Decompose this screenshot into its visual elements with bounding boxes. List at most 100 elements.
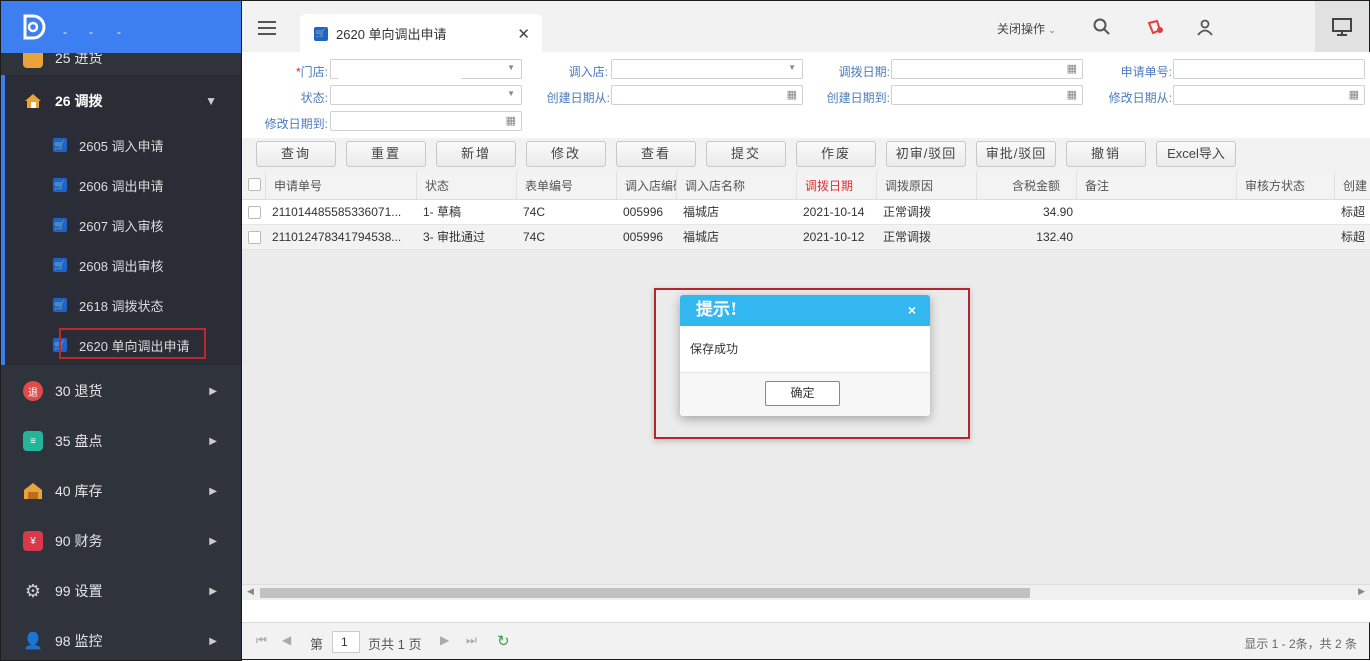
sidebar-subitem-2605[interactable]: 🛒 2605 调入申请: [1, 125, 241, 165]
calendar-icon[interactable]: ▦: [787, 88, 797, 101]
void-button[interactable]: 作废: [796, 141, 876, 167]
revoke-button[interactable]: 撤销: [1066, 141, 1146, 167]
select-all-checkbox[interactable]: [248, 178, 261, 191]
edit-button[interactable]: 修改: [526, 141, 606, 167]
in-store-select[interactable]: ▼: [611, 59, 803, 79]
page-total: 页共 1 页: [368, 637, 422, 652]
first-review-button[interactable]: 初审/驳回: [886, 141, 966, 167]
modify-from-input[interactable]: ▦: [1173, 85, 1365, 105]
page-prefix: 第: [310, 637, 324, 652]
topbar: 🛒 2620 单向调出申请 ✕ 关闭操作 ⌄: [242, 0, 1370, 53]
view-button[interactable]: 查看: [616, 141, 696, 167]
horizontal-scrollbar[interactable]: ◀ ▶: [242, 584, 1370, 600]
sidebar-subitem-2608[interactable]: 🛒 2608 调出审核: [1, 245, 241, 285]
cell-status: 1- 草稿: [423, 205, 462, 219]
col-header-created[interactable]: 创建: [1335, 172, 1370, 200]
logo-icon: [23, 14, 46, 40]
sidebar-item-stock[interactable]: 40 库存 ▶: [1, 466, 241, 516]
finance-icon: ¥: [23, 531, 43, 551]
col-header-review-status[interactable]: 审核方状态: [1237, 172, 1335, 200]
sidebar-subitem-2618[interactable]: 🛒 2618 调拨状态: [1, 285, 241, 325]
col-header-transfer-date[interactable]: 调拨日期: [797, 172, 877, 200]
prev-page-icon[interactable]: ◀: [282, 633, 291, 647]
apply-no-input[interactable]: [1173, 59, 1365, 79]
search-icon[interactable]: [1092, 18, 1112, 38]
sidebar-item-label: 26 调拨: [55, 93, 103, 109]
page-number-input[interactable]: 1: [332, 631, 360, 653]
scroll-right-icon[interactable]: ▶: [1358, 586, 1365, 597]
close-operations-dropdown[interactable]: 关闭操作 ⌄: [997, 20, 1056, 37]
calendar-icon[interactable]: ▦: [506, 114, 516, 127]
notification-icon[interactable]: [1145, 18, 1165, 38]
sidebar-item-inventory-check[interactable]: ≡ 35 盘点 ▶: [1, 416, 241, 466]
sidebar-item-return[interactable]: 退 30 退货 ▶: [1, 366, 241, 416]
row-checkbox[interactable]: [248, 231, 261, 244]
reset-button[interactable]: 重置: [346, 141, 426, 167]
create-from-input[interactable]: ▦: [611, 85, 803, 105]
user-icon[interactable]: [1195, 18, 1215, 38]
close-icon[interactable]: ✕: [517, 25, 530, 43]
sidebar-item-finance[interactable]: ¥ 90 财务 ▶: [1, 516, 241, 566]
scrollbar-thumb[interactable]: [260, 588, 1030, 598]
status-select[interactable]: ▼: [330, 85, 522, 105]
fullscreen-icon[interactable]: [1315, 1, 1369, 52]
create-to-label: 创建日期到:: [826, 91, 890, 105]
cell-remark: [1077, 225, 1237, 250]
col-header-in-store-code[interactable]: 调入店编码: [617, 172, 677, 200]
sidebar-item-settings[interactable]: ⚙ 99 设置 ▶: [1, 566, 241, 616]
add-button[interactable]: 新增: [436, 141, 516, 167]
query-button[interactable]: 查询: [256, 141, 336, 167]
monitor-user-icon: 👤: [23, 633, 43, 650]
refresh-icon[interactable]: ↻: [497, 632, 510, 650]
table-row[interactable]: 211014485585336071... 1- 草稿 74C 005996 福…: [242, 200, 1370, 225]
status-label: 状态:: [300, 91, 328, 105]
close-icon[interactable]: ×: [908, 295, 916, 326]
cell-in-store-code: 005996: [623, 205, 664, 219]
calendar-icon[interactable]: ▦: [1067, 88, 1077, 101]
excel-import-button[interactable]: Excel导入: [1156, 141, 1236, 167]
col-header-in-store-name[interactable]: 调入店名称: [677, 172, 797, 200]
col-header-form-no[interactable]: 表单编号: [517, 172, 617, 200]
gear-icon: ⚙: [24, 580, 42, 601]
hamburger-menu-icon[interactable]: [258, 21, 276, 35]
col-header-reason[interactable]: 调拨原因: [877, 172, 977, 200]
cell-transfer-date: 2021-10-14: [803, 205, 865, 219]
next-page-icon[interactable]: ▶: [440, 633, 449, 647]
sidebar-subitem-2607[interactable]: 🛒 2607 调入审核: [1, 205, 241, 245]
logo-text-mark: -: [89, 25, 93, 39]
modify-to-input[interactable]: ▦: [330, 111, 522, 131]
col-header-remark[interactable]: 备注: [1077, 172, 1237, 200]
table-row[interactable]: 211012478341794538... 3- 审批通过 74C 005996…: [242, 225, 1370, 250]
col-header-status[interactable]: 状态: [417, 172, 517, 200]
last-page-icon[interactable]: ⏭: [466, 633, 477, 648]
store-label: *门店:: [295, 65, 328, 79]
col-header-amount[interactable]: 含税金额: [977, 172, 1077, 200]
cell-transfer-date: 2021-10-12: [803, 230, 865, 244]
cell-apply-no: 211012478341794538...: [272, 230, 402, 244]
highlight-box: [59, 328, 206, 359]
sidebar-item-monitor[interactable]: 👤 98 监控 ▶: [1, 616, 241, 660]
ok-button[interactable]: 确定: [765, 381, 840, 406]
tab-2620[interactable]: 🛒 2620 单向调出申请 ✕: [300, 14, 542, 53]
warehouse-icon: [23, 481, 43, 501]
logo-bar: - - -: [1, 1, 241, 53]
sidebar-subitem-label: 2618 调拨状态: [79, 298, 164, 314]
calendar-icon[interactable]: ▦: [1067, 62, 1077, 75]
first-page-icon[interactable]: ⏮: [256, 633, 267, 648]
transfer-date-input[interactable]: ▦: [891, 59, 1083, 79]
modify-from-label: 修改日期从:: [1108, 91, 1172, 105]
cell-reason: 正常调拨: [883, 205, 932, 219]
scroll-left-icon[interactable]: ◀: [247, 586, 254, 597]
submit-button[interactable]: 提交: [706, 141, 786, 167]
create-to-input[interactable]: ▦: [891, 85, 1083, 105]
approve-reject-button[interactable]: 审批/驳回: [976, 141, 1056, 167]
sidebar-subitem-2606[interactable]: 🛒 2606 调出申请: [1, 165, 241, 205]
row-checkbox[interactable]: [248, 206, 261, 219]
calendar-icon[interactable]: ▦: [1349, 88, 1359, 101]
col-header-apply-no[interactable]: 申请单号: [266, 172, 417, 200]
cell-apply-no: 211014485585336071...: [272, 205, 402, 219]
sidebar-item-transfer[interactable]: 26 调拨 ▼: [1, 76, 241, 126]
in-store-label: 调入店:: [568, 65, 608, 79]
cell-created: 标超: [1341, 230, 1366, 244]
logo-text-mark: -: [117, 25, 121, 39]
